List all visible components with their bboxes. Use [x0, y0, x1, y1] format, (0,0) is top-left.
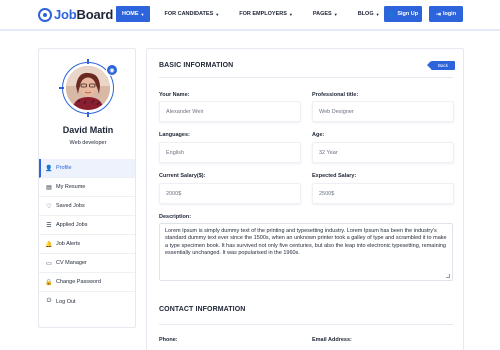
profile-role: Web developer: [69, 140, 107, 146]
email-label: Email Address:: [312, 337, 352, 343]
heart-icon: ♡: [46, 203, 52, 210]
logo-icon: [38, 7, 52, 22]
document-icon: ▤: [46, 184, 52, 191]
section-divider: [159, 77, 453, 78]
chevron-down-icon: ▼: [375, 11, 380, 17]
sidebar-item-job-alerts[interactable]: 🔔 Job Alerts: [39, 235, 135, 254]
nav-for-candidates[interactable]: FOR CANDIDATES ▼: [158, 6, 225, 22]
contact-info-title: CONTACT INFORMATION: [159, 306, 246, 313]
nav-pages[interactable]: PAGES ▼: [307, 6, 344, 22]
description-label: Description:: [159, 214, 192, 220]
name-label: Your Name:: [159, 92, 190, 98]
chevron-down-icon: ▼: [140, 11, 145, 17]
camera-icon[interactable]: ◉: [106, 64, 118, 76]
age-label: Age:: [312, 132, 325, 138]
ring-tick: [87, 59, 89, 64]
sidebar-item-applied-jobs[interactable]: ☰ Applied Jobs: [39, 216, 135, 235]
phone-label: Phone:: [159, 337, 178, 343]
chevron-down-icon: ▼: [288, 11, 293, 17]
languages-label: Languages:: [159, 132, 190, 138]
sidebar-item-log-out[interactable]: ⏻ Log Out: [39, 292, 135, 311]
sidebar-item-change-password[interactable]: 🔒 Change Password: [39, 273, 135, 292]
sidebar-menu: 👤 Profile ▤ My Resume ♡ Saved Jobs ☰ Applied…: [39, 159, 135, 311]
nav-for-employers[interactable]: FOR EMPLOYERS ▼: [233, 6, 299, 22]
avatar-wrap: ◉: [59, 59, 118, 117]
ring-tick: [87, 112, 89, 117]
resize-handle[interactable]: [446, 274, 450, 278]
signup-button[interactable]: 👤 Sign Up: [384, 6, 422, 22]
person-icon: 👤: [45, 165, 53, 172]
sidebar-item-my-resume[interactable]: ▤ My Resume: [39, 178, 135, 197]
list-icon: ☰: [46, 222, 52, 229]
title-label: Professional title:: [312, 92, 359, 98]
folder-icon: ▭: [46, 260, 52, 267]
age-input[interactable]: 32 Year: [312, 142, 454, 163]
lock-icon: 🔒: [45, 279, 53, 286]
profile-form-card: BASIC INFORMATION Back Your Name: Alexan…: [146, 48, 464, 350]
ring-tick: [59, 87, 64, 89]
sidebar-item-cv-manager[interactable]: ▭ CV Manager: [39, 254, 135, 273]
current-salary-label: Current Salary($):: [159, 173, 206, 179]
login-icon: ⇥: [435, 11, 441, 18]
expected-salary-input[interactable]: 2500$: [312, 183, 454, 204]
languages-input[interactable]: English: [159, 142, 301, 163]
current-salary-input[interactable]: 2000$: [159, 183, 301, 204]
chevron-down-icon: ▼: [215, 11, 220, 17]
chevron-down-icon: ▼: [333, 11, 338, 17]
description-textarea[interactable]: Lorem Ipsum is simply dummy text of the …: [159, 223, 453, 281]
expected-salary-label: Expected Salary:: [312, 173, 357, 179]
sidebar-item-saved-jobs[interactable]: ♡ Saved Jobs: [39, 197, 135, 216]
basic-info-title: BASIC INFORMATION: [159, 62, 234, 69]
section-divider: [159, 324, 453, 325]
top-header: JobBoard HOME ▼ FOR CANDIDATES ▼ FOR EMPLO…: [0, 0, 500, 30]
avatar: [66, 66, 110, 110]
sidebar-item-profile[interactable]: 👤 Profile: [39, 159, 135, 178]
profile-name: David Matin: [62, 125, 114, 135]
avatar-image: [66, 66, 110, 110]
nav-home[interactable]: HOME ▼: [116, 6, 151, 22]
name-input[interactable]: Alexander Weir: [159, 101, 301, 122]
logo-text: JobBoard: [54, 7, 114, 22]
nav-blog[interactable]: BLOG ▼: [352, 6, 386, 22]
user-icon: 👤: [387, 11, 396, 18]
logout-icon: ⏻: [46, 298, 52, 304]
header-divider: [0, 29, 500, 31]
back-button[interactable]: Back: [427, 61, 455, 70]
profile-sidebar: ◉ David Matin Web developer 👤 Profile ▤ My…: [38, 48, 136, 328]
bell-icon: 🔔: [45, 241, 53, 248]
main-nav: HOME ▼ FOR CANDIDATES ▼ FOR EMPLOYERS ▼ PAG…: [116, 6, 394, 22]
professional-title-input[interactable]: Web Designer: [312, 101, 454, 122]
logo[interactable]: JobBoard: [38, 7, 113, 22]
login-button[interactable]: ⇥ login: [429, 6, 463, 22]
